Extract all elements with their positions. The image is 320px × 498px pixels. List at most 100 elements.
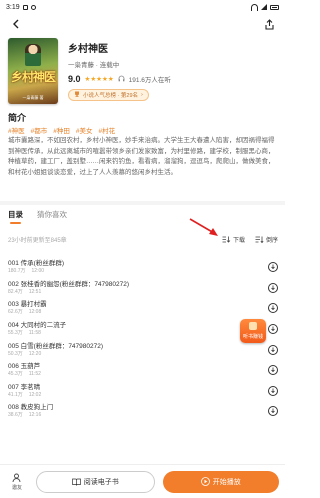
user-add-icon	[12, 473, 21, 482]
episode-row[interactable]: 004 大同村的二流子 55.3万 11:58	[8, 319, 278, 340]
share-button[interactable]	[261, 16, 277, 32]
read-ebook-label: 阅读电子书	[83, 478, 119, 486]
update-info: 23小时前更新至845章	[8, 238, 67, 244]
tag-list: #神医 #都市 #种田 #美女 #村花	[8, 125, 115, 135]
rating-row: 9.0 ★★★★★ 191.6万人在听	[68, 74, 278, 84]
episode-title: 002 张桂香的幽怨(粉丝群群：747980272)	[8, 280, 130, 288]
back-arrow-icon	[13, 19, 19, 29]
episode-download-button[interactable]	[268, 324, 278, 335]
cover-subtitle: 一枭青藤 著	[22, 95, 44, 100]
invite-friend-button[interactable]: 邀友	[6, 473, 28, 491]
sort-icon	[255, 236, 264, 243]
status-bar: 3:19	[0, 0, 285, 14]
download-icon	[271, 305, 275, 311]
episode-download-button[interactable]	[268, 406, 278, 417]
episode-plays: 82.4万	[8, 288, 23, 295]
episode-duration: 11:52	[28, 371, 41, 378]
synopsis-heading: 简介	[8, 113, 27, 123]
share-icon	[264, 18, 274, 30]
tag-item[interactable]: #神医	[8, 125, 25, 135]
episode-row[interactable]: 007 李茗晴 41.1万 12:02	[8, 381, 278, 402]
episode-row[interactable]: 006 玉葫芦 45.3万 11:52	[8, 360, 278, 381]
cover-figure	[25, 44, 41, 66]
episode-duration: 12:16	[28, 412, 42, 419]
episode-stats: 38.6万 12:16	[8, 412, 53, 419]
tag-item[interactable]: #种田	[53, 125, 70, 135]
episode-title: 007 李茗晴	[8, 383, 41, 391]
episode-row[interactable]: 003 暴打村霸 62.6万 12:08	[8, 298, 278, 319]
book-icon	[71, 478, 81, 486]
episode-row[interactable]: 001 传承(粉丝群群) 180.7万 12:00	[8, 257, 278, 278]
episode-plays: 62.6万	[8, 309, 23, 316]
play-icon	[200, 477, 210, 486]
download-icon	[271, 326, 275, 332]
book-title: 乡村神医	[68, 44, 108, 55]
sort-label: 倒序	[265, 238, 278, 244]
episode-plays: 180.7万	[8, 268, 26, 275]
episode-title: 008 教皮狗上门	[8, 404, 54, 412]
episode-stats: 41.1万 12:02	[8, 392, 41, 399]
episode-row[interactable]: 005 白雪(粉丝群群：747980272) 50.3万 12:20	[8, 339, 278, 360]
episode-stats: 55.3万 11:58	[8, 330, 66, 337]
episode-plays: 50.3万	[8, 350, 23, 357]
start-playing-label: 开始播放	[212, 478, 241, 486]
sort-order-button[interactable]: 倒序	[255, 235, 278, 244]
book-cover[interactable]: 乡村神医 一枭青藤 著	[8, 38, 58, 104]
back-button[interactable]	[8, 16, 24, 32]
cover-title: 乡村神医	[10, 70, 56, 84]
episode-plays: 41.1万	[8, 391, 23, 398]
episode-duration: 12:00	[31, 268, 45, 275]
wifi-icon	[251, 3, 258, 11]
battery-icon	[270, 4, 279, 10]
rank-badge[interactable]: 小说人气总榜 · 第29名 ›	[68, 89, 149, 101]
tag-item[interactable]: #村花	[99, 125, 116, 135]
tag-item[interactable]: #都市	[31, 125, 48, 135]
section-divider	[0, 201, 285, 205]
episode-plays: 55.3万	[8, 330, 23, 337]
download-label: 下载	[232, 238, 245, 244]
episode-row[interactable]: 002 张桂香的幽怨(粉丝群群：747980272) 82.4万 12:51	[8, 278, 278, 299]
catalog-header: 23小时前更新至845章 下载 倒序	[8, 235, 278, 244]
episode-title: 004 大同村的二流子	[8, 322, 67, 330]
tab-recommendations[interactable]: 猜你喜欢	[37, 209, 67, 220]
episode-download-button[interactable]	[268, 262, 278, 273]
bottom-action-bar: 邀友 阅读电子书 开始播放	[0, 464, 285, 498]
start-playing-button[interactable]: 开始播放	[162, 470, 279, 493]
episode-duration: 12:02	[28, 391, 42, 398]
rating-score: 9.0	[68, 74, 81, 84]
download-button[interactable]: 下载	[222, 235, 245, 244]
episode-stats: 45.3万 11:52	[8, 371, 41, 378]
episode-duration: 11:58	[28, 330, 41, 337]
episode-download-button[interactable]	[268, 385, 278, 396]
episode-row[interactable]: 008 教皮狗上门 38.6万 12:16	[8, 401, 278, 422]
float-badge-label: 听书赚钱	[242, 334, 263, 340]
synopsis-text[interactable]: 城市囊路深，不如回农村，乡村小神医，妙手来治病。大学生王大春遭人陷害，却因祸得福…	[8, 136, 278, 178]
episode-download-button[interactable]	[268, 303, 278, 314]
episode-download-button[interactable]	[268, 344, 278, 355]
trophy-icon	[74, 91, 80, 99]
content-tabs: 目录 猜你喜欢	[8, 209, 67, 224]
download-icon	[271, 347, 275, 352]
episode-plays: 45.3万	[8, 371, 23, 378]
episode-duration: 12:51	[28, 288, 42, 295]
invite-label: 邀友	[11, 484, 22, 491]
episode-stats: 180.7万 12:00	[8, 268, 64, 275]
episode-plays: 38.6万	[8, 412, 23, 419]
episode-stats: 50.3万 12:20	[8, 351, 103, 358]
episode-duration: 12:20	[28, 350, 42, 357]
download-icon	[271, 285, 275, 290]
episode-title: 005 白雪(粉丝群群：747980272)	[8, 342, 104, 350]
app-notification-icon	[30, 4, 36, 10]
tab-catalog[interactable]: 目录	[8, 209, 23, 224]
episode-download-button[interactable]	[268, 365, 278, 376]
episode-stats: 62.6万 12:08	[8, 309, 47, 316]
read-ebook-button[interactable]: 阅读电子书	[36, 470, 155, 493]
episode-title: 003 暴打村霸	[8, 301, 47, 309]
download-icon	[271, 264, 275, 270]
episode-duration: 12:08	[28, 309, 42, 316]
signal-icon	[261, 4, 267, 10]
tag-item[interactable]: #美女	[76, 125, 93, 135]
book-author-status[interactable]: 一枭青藤 · 连载中	[68, 59, 278, 69]
earn-while-listening-badge[interactable]: 听书赚钱	[240, 319, 266, 343]
episode-download-button[interactable]	[268, 282, 278, 293]
